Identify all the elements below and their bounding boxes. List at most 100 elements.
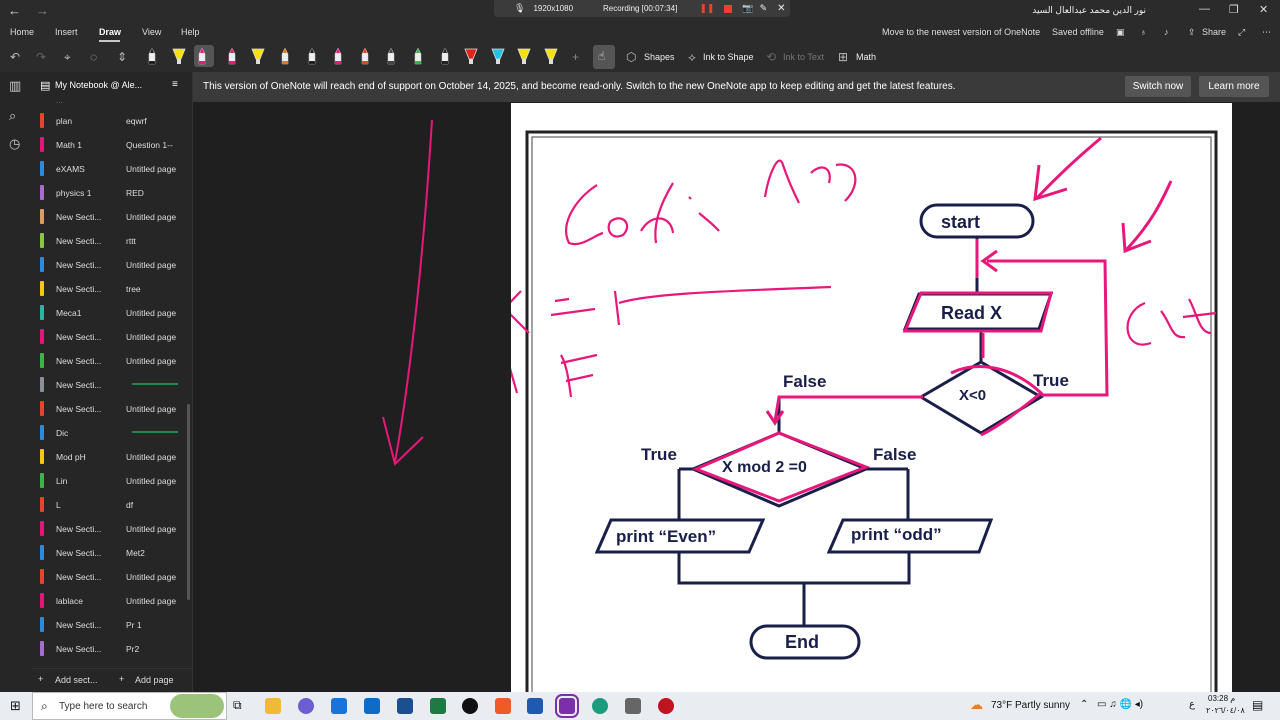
page-name[interactable]: rttt xyxy=(126,236,188,246)
math-icon[interactable]: ⊞ xyxy=(838,50,848,64)
copilot-icon[interactable] xyxy=(298,698,314,714)
outlook-icon[interactable] xyxy=(364,698,380,714)
touch-draw-button[interactable]: ☝ xyxy=(593,45,615,69)
highlighter-tool[interactable] xyxy=(463,45,478,67)
section-row[interactable]: Ldf xyxy=(32,493,193,517)
pen-tool[interactable] xyxy=(224,45,238,67)
minimize-icon[interactable]: — xyxy=(1199,3,1210,15)
pause-icon[interactable]: ❚❚ xyxy=(699,3,714,14)
section-name[interactable]: New Secti... xyxy=(56,644,116,654)
section-name[interactable]: New Secti... xyxy=(56,260,116,270)
share-button[interactable]: Share xyxy=(1202,27,1226,37)
note-page[interactable]: start Read X X<0 True False X mod 2 =0 T… xyxy=(511,103,1232,693)
section-name[interactable]: Meca1 xyxy=(56,308,116,318)
forward-arrow-icon[interactable]: → xyxy=(36,3,49,18)
page-name[interactable]: Untitled page xyxy=(126,356,188,366)
sort-icon[interactable]: ≡ xyxy=(172,79,178,90)
pen-tool[interactable] xyxy=(410,45,424,67)
page-canvas[interactable]: start Read X X<0 True False X mod 2 =0 T… xyxy=(193,102,1280,693)
section-name[interactable]: New Secti... xyxy=(56,620,116,630)
section-name[interactable]: New Secti... xyxy=(56,380,116,390)
close-recording-icon[interactable]: ✕ xyxy=(777,3,785,14)
ink-to-text-button[interactable]: Ink to Text xyxy=(783,52,824,62)
add-section-icon[interactable]: + xyxy=(38,674,43,684)
pen-tool[interactable] xyxy=(144,45,158,67)
section-row[interactable]: plan eqwrf xyxy=(32,109,193,133)
lasso-select-icon[interactable]: ⌖ xyxy=(64,50,71,65)
section-row[interactable]: New Secti... Untitled page xyxy=(32,517,193,541)
pen-tool[interactable] xyxy=(330,45,344,67)
fullscreen-icon[interactable]: ⤢ xyxy=(1238,27,1245,38)
section-row[interactable]: lablace Untitled page xyxy=(32,589,193,613)
insert-space-icon[interactable]: ⇕ xyxy=(117,50,127,64)
pen-tool[interactable] xyxy=(357,45,371,67)
add-pen-icon[interactable]: + xyxy=(572,50,579,64)
page-name[interactable]: Untitled page xyxy=(126,524,188,534)
pen-tool[interactable] xyxy=(277,45,291,67)
section-row[interactable]: physics 1 RED xyxy=(32,181,193,205)
highlighter-tool[interactable] xyxy=(171,45,186,67)
pen-tool[interactable] xyxy=(437,45,451,67)
section-row[interactable]: Mod pH Untitled page xyxy=(32,445,193,469)
tray-chevron-icon[interactable]: ⌃ xyxy=(1080,699,1088,710)
section-row[interactable]: New Secti... Untitled page xyxy=(32,325,193,349)
section-row[interactable]: Dic xyxy=(32,421,193,445)
lightbulb-icon[interactable]: ♁ xyxy=(1140,27,1147,37)
learn-more-button[interactable]: Learn more xyxy=(1199,76,1269,97)
weather-text[interactable]: 73°F Partly sunny xyxy=(991,700,1070,711)
page-name[interactable]: Untitled page xyxy=(126,332,188,342)
pen-tool[interactable] xyxy=(304,45,318,67)
section-name[interactable]: Dic xyxy=(56,428,116,438)
terminal-icon[interactable] xyxy=(397,698,413,714)
page-name[interactable]: Untitled page xyxy=(126,476,188,486)
clock-date[interactable]: ٢٠٢٦/٠٤/٠٨ xyxy=(1206,706,1245,715)
section-row[interactable]: New Secti... rttt xyxy=(32,229,193,253)
more-icon[interactable]: ⋯ xyxy=(1262,27,1271,38)
ink-to-shape-button[interactable]: Ink to Shape xyxy=(703,52,754,62)
section-name[interactable]: Math 1 xyxy=(56,140,116,150)
notebook-icon[interactable]: ▣ xyxy=(1116,27,1125,38)
search-highlight-image[interactable] xyxy=(170,694,224,718)
section-row[interactable]: New Secti... Pr2 xyxy=(32,637,193,661)
restore-icon[interactable]: ❐ xyxy=(1229,3,1239,16)
page-name[interactable]: Untitled page xyxy=(126,596,188,606)
notebooks-icon[interactable]: ▥ xyxy=(9,78,21,94)
menu-view[interactable]: View xyxy=(142,27,161,37)
section-row[interactable]: New Secti... Untitled page xyxy=(32,349,193,373)
store-icon[interactable] xyxy=(331,698,347,714)
word-icon[interactable] xyxy=(527,698,543,714)
task-view-icon[interactable]: ⧉ xyxy=(233,698,242,713)
section-row[interactable]: New Secti... Pr 1 xyxy=(32,613,193,637)
section-row[interactable]: New Secti... Met2 xyxy=(32,541,193,565)
eraser-icon[interactable]: ◌ xyxy=(90,50,97,64)
page-name[interactable]: Untitled page xyxy=(126,260,188,270)
language-indicator[interactable]: ع xyxy=(1189,699,1195,710)
user-name[interactable]: نور الدين محمد عبدالعال السيد xyxy=(1032,5,1146,16)
section-name[interactable]: New Secti... xyxy=(56,284,116,294)
mic-icon[interactable]: 🎙 xyxy=(514,3,525,14)
notebook-name[interactable]: My Notebook @ Ale... xyxy=(55,80,142,90)
section-name[interactable]: Mod pH xyxy=(56,452,116,462)
section-row[interactable]: Math 1 Question 1-- xyxy=(32,133,193,157)
edge-icon[interactable] xyxy=(592,698,608,714)
nav-scrollbar[interactable] xyxy=(187,404,190,600)
bell-icon[interactable]: ♪ xyxy=(1164,27,1169,37)
recent-icon[interactable]: ◷ xyxy=(9,136,20,152)
page-name[interactable]: tree xyxy=(126,284,188,294)
ink-to-text-icon[interactable]: ⟲ xyxy=(766,50,776,64)
shapes-button[interactable]: Shapes xyxy=(644,52,675,62)
section-row[interactable]: New Secti... Untitled page xyxy=(32,397,193,421)
windows-start-icon[interactable]: ⊞ xyxy=(10,698,21,714)
section-name[interactable]: New Secti... xyxy=(56,524,116,534)
section-name[interactable]: eXAMS xyxy=(56,164,116,174)
pencil-icon[interactable]: ✎ xyxy=(760,3,768,14)
close-window-icon[interactable]: ✕ xyxy=(1259,3,1268,16)
section-name[interactable]: New Secti... xyxy=(56,572,116,582)
section-row[interactable]: New Secti... Untitled page xyxy=(32,253,193,277)
highlighter-tool[interactable] xyxy=(250,45,265,67)
section-name[interactable]: New Secti... xyxy=(56,332,116,342)
move-newest-link[interactable]: Move to the newest version of OneNote xyxy=(882,27,1040,37)
section-name[interactable]: New Secti... xyxy=(56,212,116,222)
page-name[interactable]: eqwrf xyxy=(126,116,188,126)
redo-icon[interactable]: ↷ xyxy=(36,50,46,64)
